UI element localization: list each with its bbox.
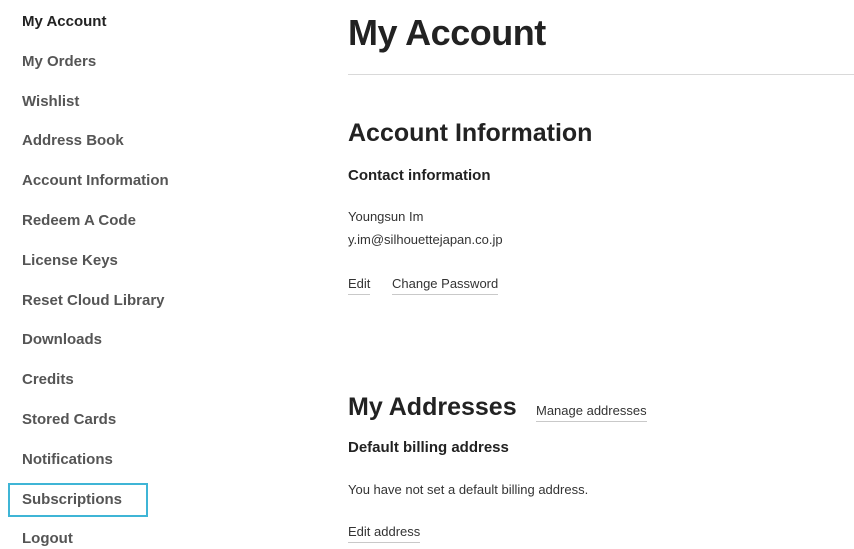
sidebar-item-notifications[interactable]: Notifications	[8, 443, 148, 477]
my-addresses-title: My Addresses	[348, 393, 517, 421]
contact-information-title: Contact information	[348, 167, 491, 184]
change-password-link[interactable]: Change Password	[392, 276, 499, 295]
edit-address-link[interactable]: Edit address	[348, 524, 421, 543]
default-billing-address-title: Default billing address	[348, 439, 509, 456]
sidebar-item-subscriptions[interactable]: Subscriptions	[8, 483, 148, 517]
sidebar-item-address-book[interactable]: Address Book	[8, 124, 148, 158]
edit-contact-link[interactable]: Edit	[348, 276, 371, 295]
sidebar-item-redeem-a-code[interactable]: Redeem A Code	[8, 204, 148, 238]
billing-address-empty-text: You have not set a default billing addre…	[348, 482, 589, 497]
sidebar-item-my-orders[interactable]: My Orders	[8, 45, 148, 79]
sidebar-item-logout[interactable]: Logout	[8, 522, 148, 549]
sidebar-item-stored-cards[interactable]: Stored Cards	[8, 403, 148, 437]
sidebar-item-credits[interactable]: Credits	[8, 363, 148, 397]
account-sidebar-nav: My Account My Orders Wishlist Address Bo…	[0, 0, 300, 549]
account-information-title: Account Information	[348, 119, 593, 147]
manage-addresses-link[interactable]: Manage addresses	[536, 403, 647, 422]
sidebar-item-license-keys[interactable]: License Keys	[8, 244, 148, 278]
title-divider	[348, 74, 854, 75]
sidebar-item-downloads[interactable]: Downloads	[8, 323, 148, 357]
sidebar-item-account-information[interactable]: Account Information	[8, 164, 169, 198]
sidebar-item-my-account[interactable]: My Account	[8, 5, 148, 39]
account-page: My Account My Orders Wishlist Address Bo…	[0, 0, 854, 549]
contact-name: Youngsun Im	[348, 209, 424, 224]
sidebar-item-reset-cloud-library[interactable]: Reset Cloud Library	[8, 284, 165, 318]
sidebar-item-wishlist[interactable]: Wishlist	[8, 85, 148, 119]
account-main: My Account Account Information Contact i…	[348, 0, 854, 549]
page-title: My Account	[348, 12, 546, 53]
contact-email: y.im@silhouettejapan.co.jp	[348, 232, 503, 247]
